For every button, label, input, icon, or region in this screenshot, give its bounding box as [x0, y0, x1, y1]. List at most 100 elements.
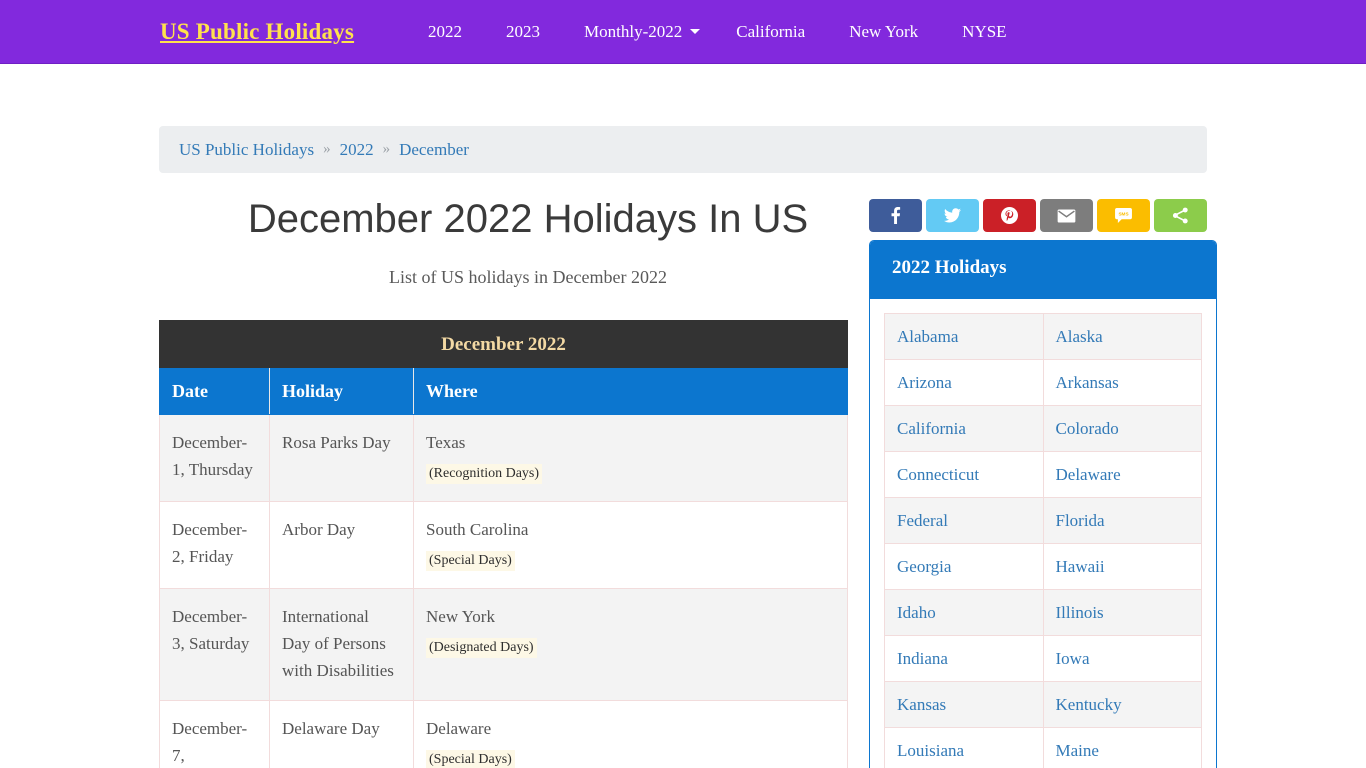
- nav-link-new-york[interactable]: New York: [827, 0, 940, 64]
- facebook-icon: [889, 207, 902, 224]
- state-link-iowa[interactable]: Iowa: [1056, 649, 1090, 668]
- state-link-kansas[interactable]: Kansas: [897, 695, 946, 714]
- state-link-idaho[interactable]: Idaho: [897, 603, 936, 622]
- share-button-generic[interactable]: [1154, 199, 1207, 232]
- svg-text:SMS: SMS: [1118, 212, 1128, 217]
- holiday-type-tag: (Special Days): [426, 551, 515, 571]
- holiday-table-caption: December 2022: [159, 320, 848, 368]
- cell-date: December-1, Thursday: [159, 414, 270, 502]
- nav-link-monthly-2022[interactable]: Monthly-2022: [562, 0, 714, 64]
- where-location: New York: [426, 607, 495, 626]
- cell-state: Florida: [1042, 497, 1202, 544]
- table-row: Indiana Iowa: [884, 635, 1202, 682]
- state-link-arizona[interactable]: Arizona: [897, 373, 952, 392]
- table-row: Louisiana Maine: [884, 727, 1202, 768]
- brand-logo[interactable]: US Public Holidays: [160, 19, 354, 45]
- cell-state: Kansas: [884, 681, 1044, 728]
- breadcrumb-item-home[interactable]: US Public Holidays: [179, 140, 314, 160]
- table-row: Alabama Alaska: [884, 313, 1202, 360]
- share-button-facebook[interactable]: [869, 199, 922, 232]
- cell-where: Texas (Recognition Days): [413, 414, 848, 502]
- state-link-alaska[interactable]: Alaska: [1056, 327, 1103, 346]
- cell-state: Alabama: [884, 313, 1044, 360]
- cell-where: Delaware (Special Days): [413, 700, 848, 768]
- holidays-panel: 2022 Holidays Alabama Alaska Arizona Arkans…: [869, 240, 1217, 768]
- holiday-table: December 2022 Date Holiday Where Decembe…: [159, 320, 848, 768]
- state-link-connecticut[interactable]: Connecticut: [897, 465, 979, 484]
- state-link-federal[interactable]: Federal: [897, 511, 948, 530]
- cell-state: California: [884, 405, 1044, 452]
- pinterest-icon: [1001, 207, 1018, 224]
- nav-link-label: Monthly-2022: [584, 21, 683, 41]
- page-body: US Public Holidays » 2022 » December Dec…: [0, 64, 1366, 768]
- state-link-california[interactable]: California: [897, 419, 966, 438]
- holiday-table-header-row: Date Holiday Where: [159, 368, 848, 415]
- sms-icon: SMS: [1115, 208, 1132, 223]
- nav-link-label: New York: [849, 21, 919, 41]
- cell-where: New York (Designated Days): [413, 588, 848, 701]
- breadcrumb-item-2022[interactable]: 2022: [340, 140, 374, 160]
- content-container: US Public Holidays » 2022 » December Dec…: [159, 64, 1217, 768]
- where-location: Delaware: [426, 719, 492, 738]
- state-link-maine[interactable]: Maine: [1056, 741, 1099, 760]
- holiday-type-tag: (Special Days): [426, 750, 515, 768]
- cell-state: Idaho: [884, 589, 1044, 636]
- state-link-colorado[interactable]: Colorado: [1056, 419, 1119, 438]
- table-row: December-7, WednesdayDelaware DayDelawar…: [159, 700, 848, 768]
- state-link-georgia[interactable]: Georgia: [897, 557, 951, 576]
- table-row: Kansas Kentucky: [884, 681, 1202, 728]
- breadcrumb-separator: »: [323, 141, 331, 157]
- nav-links: 2022 2023 Monthly-2022 California New Yo…: [406, 0, 1029, 64]
- cell-state: Indiana: [884, 635, 1044, 682]
- page-title: December 2022 Holidays In US: [247, 197, 809, 241]
- table-row: Arizona Arkansas: [884, 359, 1202, 406]
- state-link-alabama[interactable]: Alabama: [897, 327, 958, 346]
- cell-state: Georgia: [884, 543, 1044, 590]
- nav-link-2023[interactable]: 2023: [484, 0, 562, 64]
- cell-state: Delaware: [1042, 451, 1202, 498]
- state-link-arkansas[interactable]: Arkansas: [1056, 373, 1119, 392]
- cell-state: Louisiana: [884, 727, 1044, 768]
- column-header-date: Date: [159, 368, 270, 415]
- cell-date: December-3, Saturday: [159, 588, 270, 701]
- nav-link-2022[interactable]: 2022: [406, 0, 484, 64]
- table-row: California Colorado: [884, 405, 1202, 452]
- nav-link-nyse[interactable]: NYSE: [940, 0, 1028, 64]
- state-link-hawaii[interactable]: Hawaii: [1056, 557, 1105, 576]
- where-location: Texas: [426, 433, 466, 452]
- twitter-icon: [944, 208, 961, 223]
- panel-body: Alabama Alaska Arizona Arkansas California Co…: [870, 299, 1216, 768]
- nav-link-label: 2022: [428, 21, 463, 41]
- share-button-email[interactable]: [1040, 199, 1093, 232]
- state-link-kentucky[interactable]: Kentucky: [1056, 695, 1122, 714]
- cell-state: Arizona: [884, 359, 1044, 406]
- state-link-illinois[interactable]: Illinois: [1056, 603, 1104, 622]
- table-row: Federal Florida: [884, 497, 1202, 544]
- breadcrumb-separator: »: [382, 141, 391, 157]
- table-row: Connecticut Delaware: [884, 451, 1202, 498]
- states-table: Alabama Alaska Arizona Arkansas California Co…: [884, 313, 1202, 768]
- breadcrumb: US Public Holidays » 2022 » December: [159, 126, 1207, 173]
- column-header-where: Where: [413, 368, 848, 415]
- state-link-louisiana[interactable]: Louisiana: [897, 741, 964, 760]
- share-button-twitter[interactable]: [926, 199, 979, 232]
- cell-where: South Carolina (Special Days): [413, 501, 848, 589]
- breadcrumb-item-december[interactable]: December: [399, 140, 469, 160]
- nav-link-california[interactable]: California: [714, 0, 827, 64]
- cell-holiday: Rosa Parks Day: [269, 414, 414, 502]
- page-subtitle: List of US holidays in December 2022: [389, 267, 667, 287]
- cell-state: Kentucky: [1042, 681, 1202, 728]
- cell-state: Alaska: [1042, 313, 1202, 360]
- nav-link-label: 2023: [506, 21, 541, 41]
- share-button-pinterest[interactable]: [983, 199, 1036, 232]
- cell-date: December-7, Wednesday: [159, 700, 270, 768]
- share-button-sms[interactable]: SMS: [1097, 199, 1150, 232]
- panel-title: 2022 Holidays: [870, 241, 1216, 299]
- cell-holiday: International Day of Persons with Disabi…: [269, 588, 414, 701]
- state-link-delaware[interactable]: Delaware: [1056, 465, 1121, 484]
- holiday-table-head: Date Holiday Where: [159, 368, 848, 415]
- state-link-indiana[interactable]: Indiana: [897, 649, 948, 668]
- table-row: December-3, Saturday International Day of…: [159, 588, 848, 701]
- state-link-florida[interactable]: Florida: [1056, 511, 1105, 530]
- holiday-table-wrapper: December 2022 Date Holiday Where Decembe…: [159, 320, 869, 768]
